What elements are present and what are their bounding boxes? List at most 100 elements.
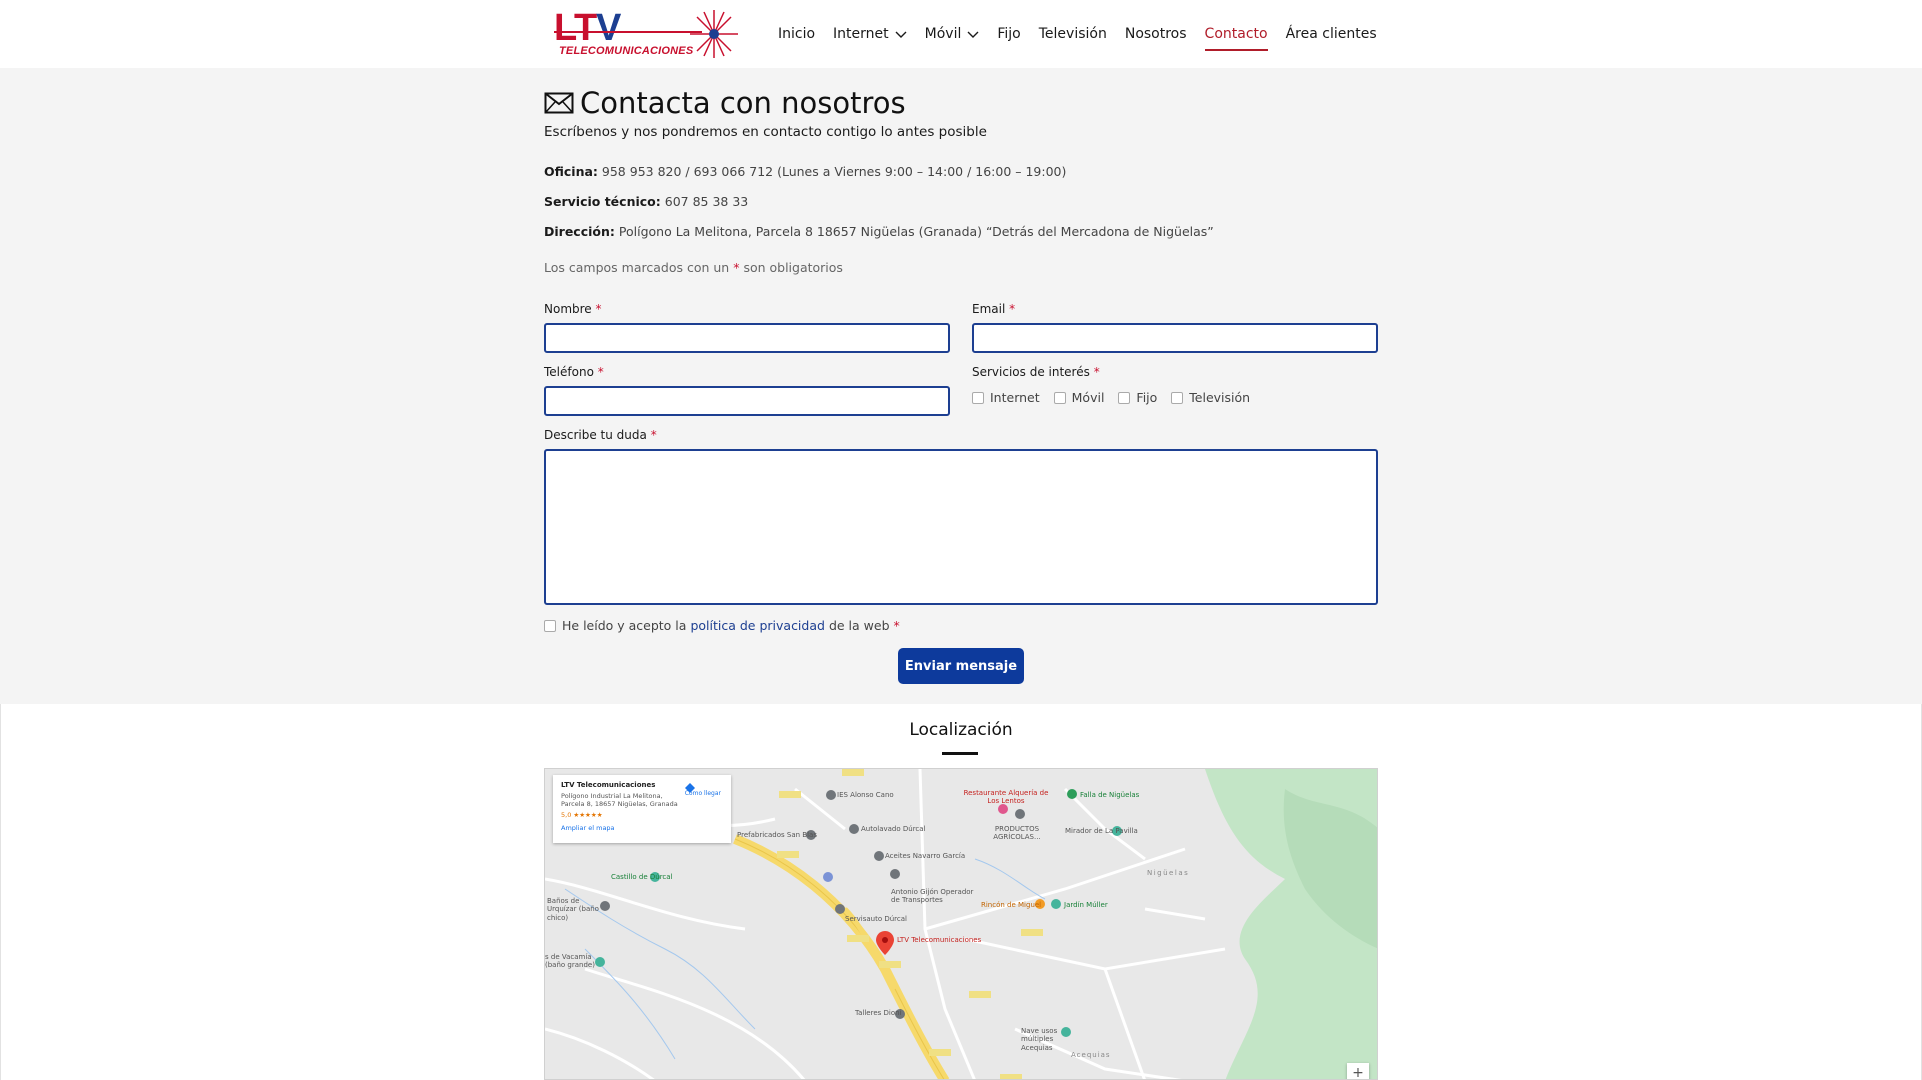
send-message-button[interactable]: Enviar mensaje: [898, 648, 1024, 684]
services-label-text: Servicios de interés: [972, 365, 1090, 379]
map-label: Antonio Gijón Operador de Transportes: [891, 888, 974, 905]
checkbox[interactable]: [1053, 391, 1066, 404]
name-input[interactable]: [544, 323, 950, 353]
contact-section: Contacta con nosotros Escríbenos y nos p…: [0, 68, 1922, 704]
nav-label: Internet: [833, 26, 889, 42]
phone-input[interactable]: [544, 386, 950, 416]
checkbox-label: Fijo: [1136, 390, 1158, 405]
svg-text:V: V: [596, 7, 622, 49]
required-star: *: [597, 365, 604, 379]
email-input[interactable]: [972, 323, 1378, 353]
site-header: L T V TELECOMUNICACIONES Inicio Internet…: [0, 0, 1922, 68]
map-label: Nigüelas: [1147, 869, 1190, 877]
nav-label: Inicio: [778, 26, 816, 42]
nav-label: Fijo: [997, 26, 1021, 42]
directions-icon: [684, 783, 695, 793]
question-label: Describe tu duda *: [544, 428, 657, 442]
nav-movil[interactable]: Móvil: [925, 23, 980, 45]
checkbox[interactable]: [1171, 391, 1184, 404]
map-label: Baños de Urquízar (baño chico): [547, 897, 599, 922]
question-label-text: Describe tu duda: [544, 428, 647, 442]
phone-label: Teléfono *: [544, 365, 604, 379]
privacy-consent: He leído y acepto la política de privaci…: [544, 618, 900, 633]
name-label-text: Nombre: [544, 302, 592, 316]
privacy-policy-link[interactable]: política de privacidad: [690, 618, 825, 633]
map-zoom-in-button[interactable]: +: [1347, 1063, 1369, 1079]
map-label: Falla de Nigüelas: [1080, 791, 1140, 799]
checkbox-label: Móvil: [1071, 390, 1105, 405]
checkbox[interactable]: [972, 391, 984, 404]
nav-label: Nosotros: [1124, 26, 1187, 42]
nav-label: Televisión: [1038, 26, 1107, 42]
required-star: *: [595, 302, 602, 316]
envelope-icon: [544, 92, 574, 114]
place-rating: 5,0 ★★★★★: [561, 810, 603, 819]
privacy-checkbox[interactable]: [544, 619, 556, 632]
nav-inicio[interactable]: Inicio: [778, 23, 815, 45]
email-label: Email *: [972, 302, 1015, 316]
email-label-text: Email: [972, 302, 1006, 316]
tech-label: Servicio técnico:: [544, 194, 661, 209]
nav-fijo[interactable]: Fijo: [997, 23, 1020, 45]
nav-nosotros[interactable]: Nosotros: [1125, 23, 1187, 45]
map-label: IES Alonso Cano: [837, 791, 894, 799]
location-title: Localización: [909, 720, 1013, 740]
nav-label: Móvil: [924, 26, 962, 42]
map-label: Rincón de Miguel: [981, 901, 1042, 909]
google-map[interactable]: LTV Telecomunicaciones Polígono Industri…: [544, 768, 1378, 1080]
service-internet[interactable]: Internet: [972, 390, 1040, 405]
service-fijo[interactable]: Fijo: [1118, 390, 1157, 405]
map-label: Jardín Múller: [1064, 901, 1108, 909]
address-info: Dirección: Polígono La Melitona, Parcela…: [544, 224, 1214, 239]
title-underline: [942, 752, 978, 755]
office-label: Oficina:: [544, 164, 598, 179]
map-label: Mirador de La Pavilla: [1065, 827, 1138, 835]
required-star: *: [893, 618, 900, 633]
required-note-pre: Los campos marcados con un: [544, 260, 730, 275]
map-label: Restaurante Alquería de Los Lentos: [963, 789, 1049, 806]
map-label: Talleres Dioni: [855, 1009, 902, 1017]
place-info-card: LTV Telecomunicaciones Polígono Industri…: [553, 775, 731, 843]
required-star: *: [650, 428, 657, 442]
tech-info: Servicio técnico: 607 85 38 33: [544, 194, 748, 209]
office-value: 958 953 820 / 693 066 712 (Lunes a Viern…: [601, 164, 1067, 179]
tech-value: 607 85 38 33: [664, 194, 749, 209]
checkbox-label: Internet: [990, 390, 1040, 405]
checkbox[interactable]: [1118, 391, 1131, 404]
map-label: Aceites Navarro García: [885, 852, 966, 860]
required-note: Los campos marcados con un * son obligat…: [544, 260, 843, 275]
map-label: Nave usos múltiples Acequias: [1021, 1027, 1058, 1052]
office-info: Oficina: 958 953 820 / 693 066 712 (Lune…: [544, 164, 1066, 179]
service-movil[interactable]: Móvil: [1053, 390, 1105, 405]
address-label: Dirección:: [544, 224, 615, 239]
place-address-2: Parcela 8, 18657 Nigüelas, Granada: [561, 800, 678, 809]
required-star: *: [1093, 365, 1100, 379]
checkbox-label: Televisión: [1189, 390, 1251, 405]
question-textarea[interactable]: [544, 449, 1378, 605]
privacy-text-pre: He leído y acepto la: [562, 618, 687, 633]
name-label: Nombre *: [544, 302, 602, 316]
main-nav: Inicio Internet Móvil Fijo Televisión No…: [778, 23, 1395, 51]
privacy-text-post: de la web: [828, 618, 890, 633]
directions-link[interactable]: Cómo llegar: [684, 783, 721, 797]
nav-internet[interactable]: Internet: [833, 23, 907, 45]
nav-label: Contacto: [1204, 26, 1268, 42]
map-label: Autolavado Dúrcal: [861, 825, 926, 833]
required-star: *: [733, 260, 740, 275]
logo-subtitle: TELECOMUNICACIONES: [559, 45, 694, 57]
enlarge-map-link[interactable]: Ampliar el mapa: [561, 824, 723, 832]
nav-television[interactable]: Televisión: [1039, 23, 1107, 45]
services-checkboxes: Internet Móvil Fijo Televisión: [972, 390, 1264, 405]
contact-title-row: Contacta con nosotros: [544, 86, 906, 120]
service-television[interactable]: Televisión: [1171, 390, 1250, 405]
page-subtitle: Escríbenos y nos pondremos en contacto c…: [544, 124, 987, 140]
map-label: PRODUCTOS AGRÍCOLAS...: [993, 825, 1041, 842]
nav-contacto[interactable]: Contacto: [1204, 23, 1268, 51]
map-label: Servisauto Dúrcal: [845, 915, 907, 923]
nav-label: Área clientes: [1285, 26, 1377, 42]
services-label: Servicios de interés *: [972, 365, 1100, 379]
map-label: Castillo de Dúrcal: [611, 873, 673, 881]
map-label: Acequias: [1071, 1051, 1111, 1059]
required-note-post: son obligatorios: [743, 260, 843, 275]
nav-area-clientes[interactable]: Área clientes: [1286, 23, 1377, 45]
